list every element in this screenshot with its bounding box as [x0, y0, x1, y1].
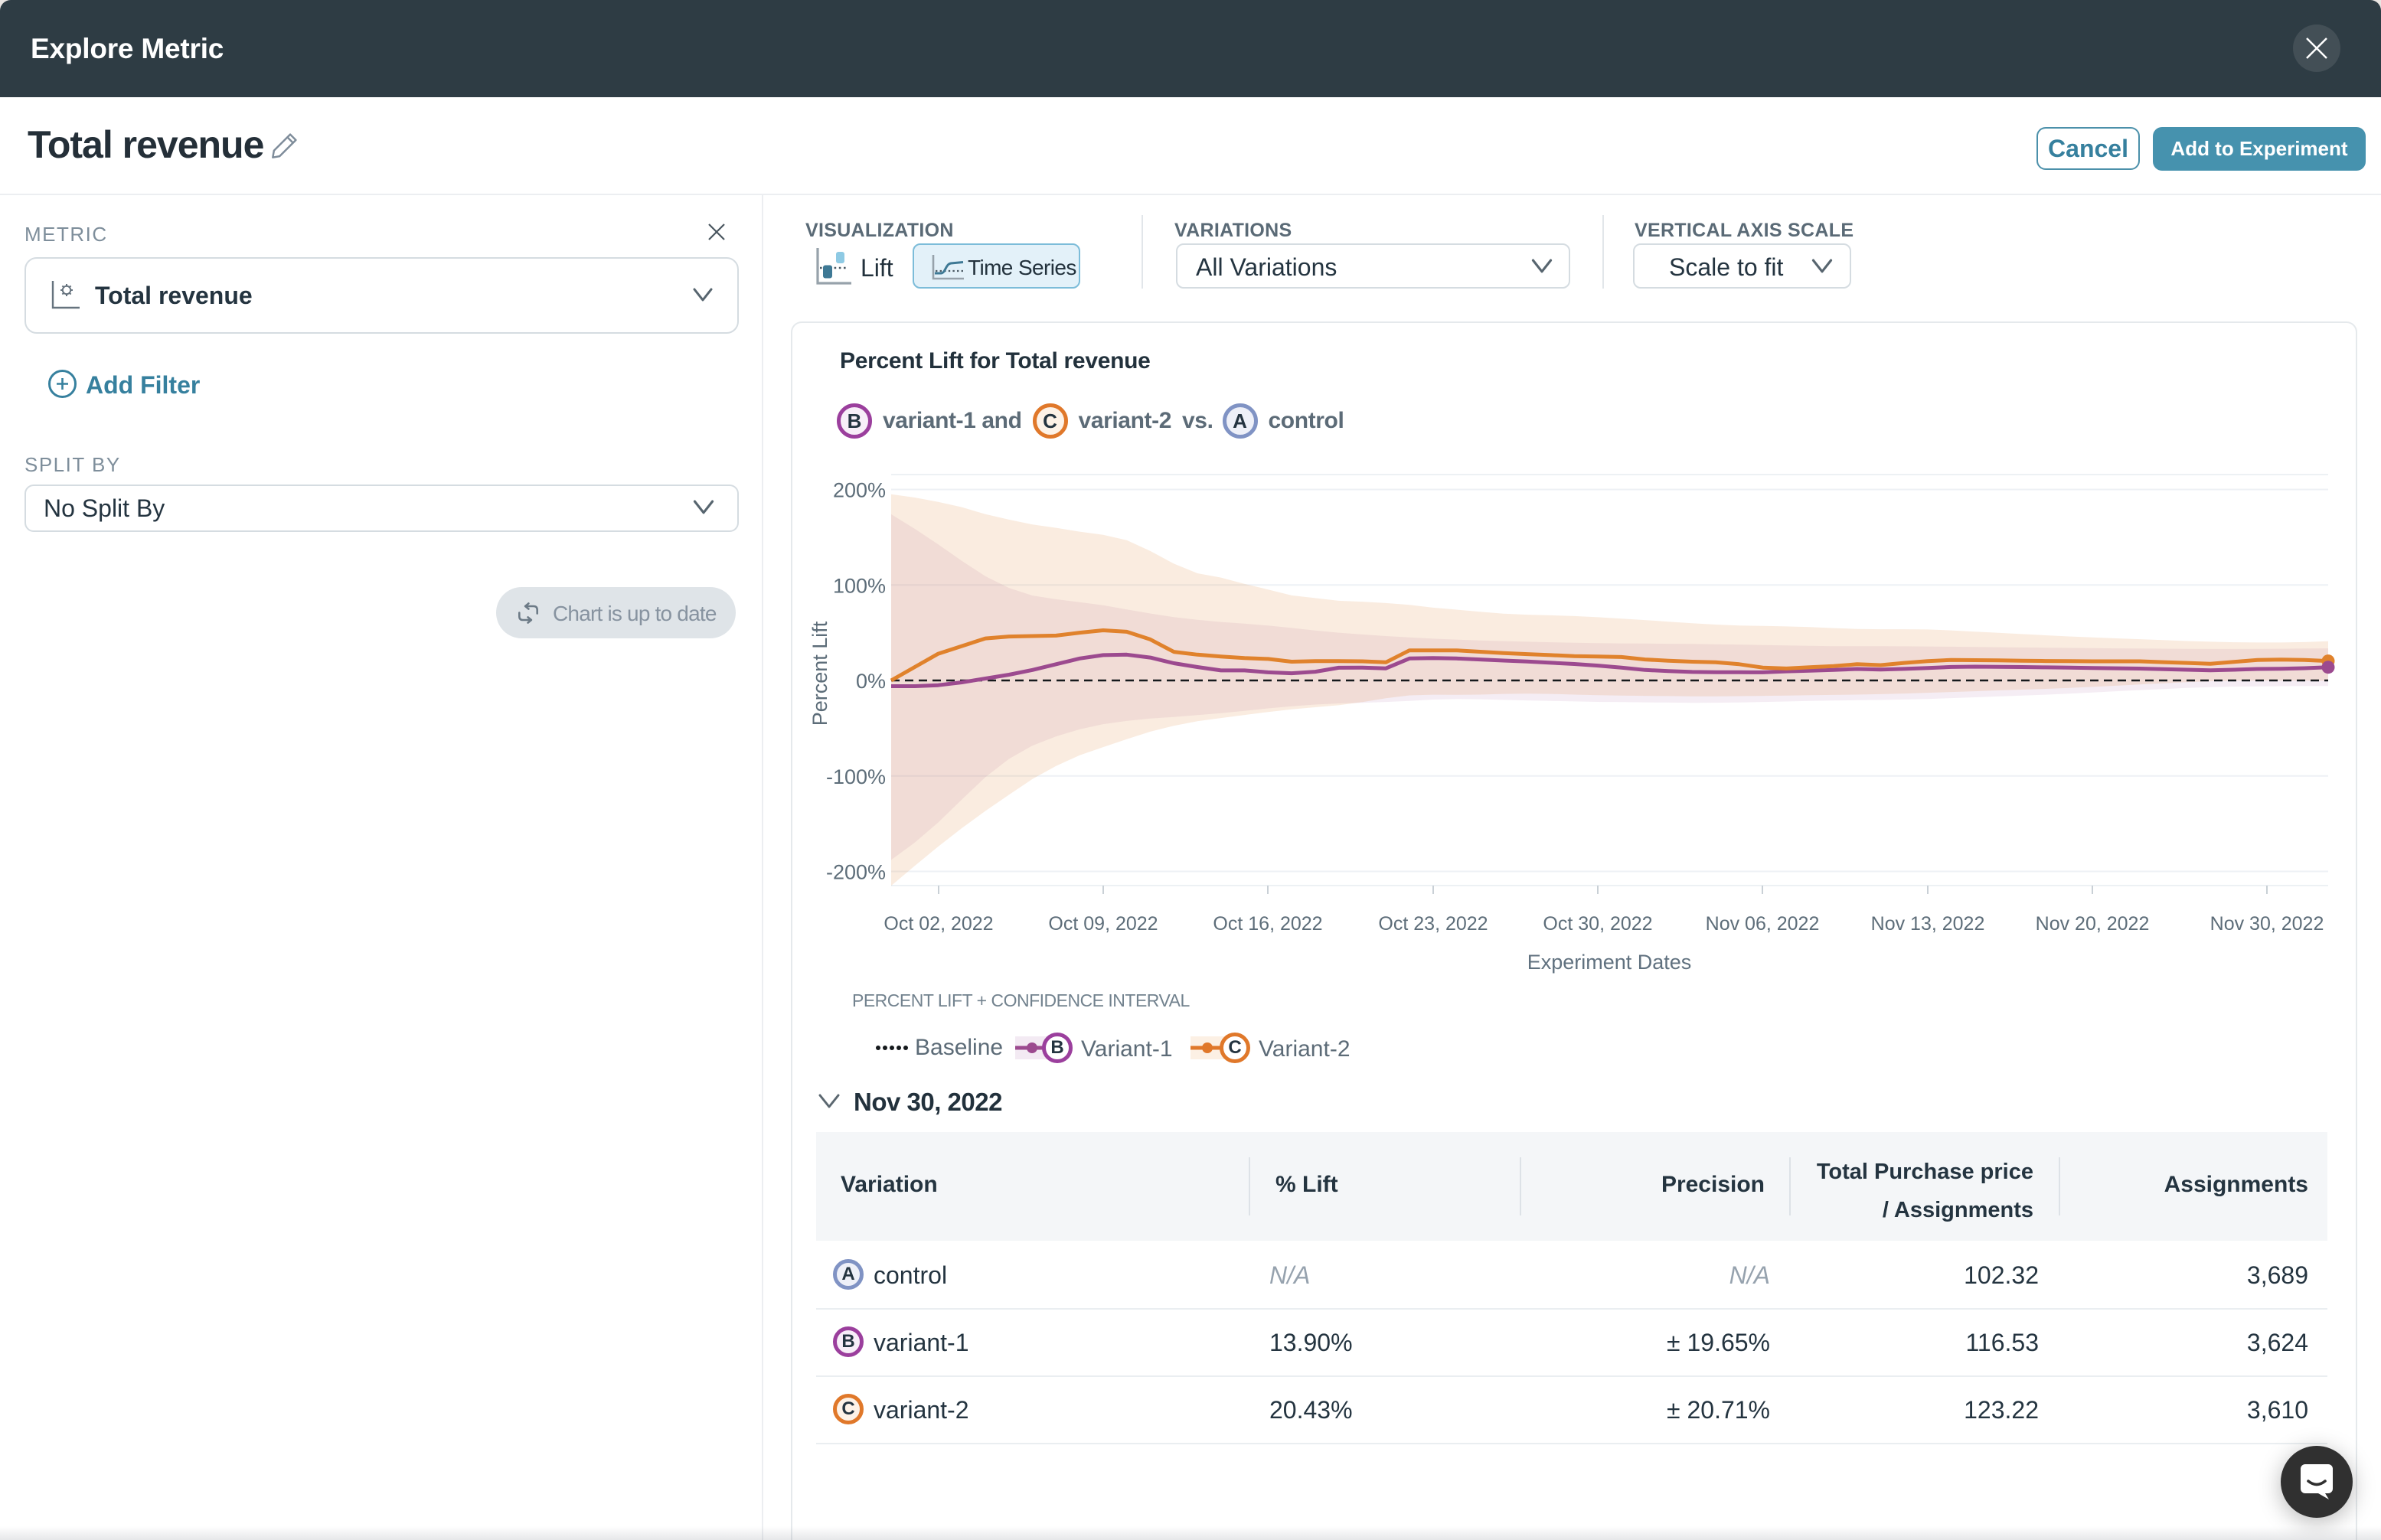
svg-text:Oct 02, 2022: Oct 02, 2022 — [883, 913, 993, 935]
svg-text:Experiment Dates: Experiment Dates — [1527, 951, 1692, 974]
svg-text:100%: 100% — [833, 574, 886, 597]
svg-text:Percent Lift: Percent Lift — [808, 621, 831, 726]
svg-text:Nov 06, 2022: Nov 06, 2022 — [1706, 913, 1820, 935]
svg-text:-100%: -100% — [826, 765, 886, 788]
svg-text:-200%: -200% — [826, 861, 886, 884]
svg-text:Oct 30, 2022: Oct 30, 2022 — [1543, 913, 1652, 935]
svg-text:Nov 13, 2022: Nov 13, 2022 — [1871, 913, 1985, 935]
svg-text:Oct 16, 2022: Oct 16, 2022 — [1213, 913, 1322, 935]
svg-text:Oct 09, 2022: Oct 09, 2022 — [1048, 913, 1158, 935]
svg-text:Oct 23, 2022: Oct 23, 2022 — [1378, 913, 1488, 935]
svg-text:Nov 20, 2022: Nov 20, 2022 — [2036, 913, 2150, 935]
svg-text:Nov 30, 2022: Nov 30, 2022 — [2210, 913, 2324, 935]
svg-text:0%: 0% — [856, 670, 886, 693]
svg-text:200%: 200% — [833, 479, 886, 502]
